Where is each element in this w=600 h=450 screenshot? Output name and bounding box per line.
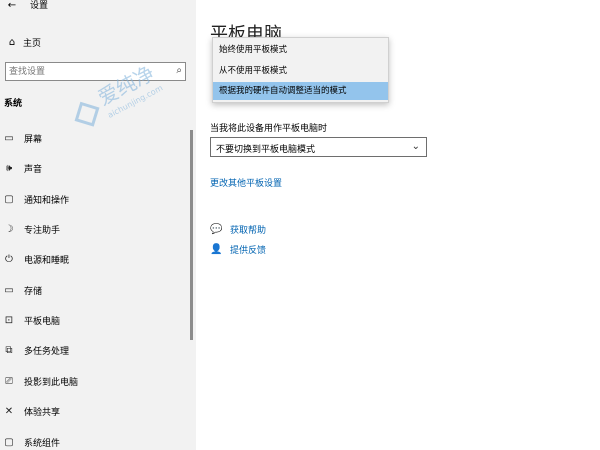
home-label: 主页 [23, 38, 42, 49]
sidebar-item-label: 声音 [24, 164, 43, 175]
tablet-mode-combo[interactable]: 不要切换到平板电脑模式 ⌄ [210, 137, 427, 157]
sidebar-item-display[interactable]: ▭ 屏幕 [0, 129, 190, 147]
combo-value: 不要切换到平板电脑模式 [216, 145, 316, 155]
projector-icon: ⎚ [5, 375, 13, 387]
window-title: 设置 [30, 1, 49, 11]
sidebar-item-projecting[interactable]: ⎚ 投影到此电脑 [0, 372, 190, 390]
sidebar-item-notifications[interactable]: ▢ 通知和操作 [0, 190, 190, 208]
sidebar-item-system-components[interactable]: ▢ 系统组件 [0, 433, 190, 450]
search-icon[interactable]: ⌕ [176, 65, 182, 76]
get-help-link[interactable]: 获取帮助 [230, 223, 266, 236]
home-icon: ⌂ [8, 36, 16, 48]
feedback-icon: 👤 [210, 243, 223, 255]
search-input[interactable] [6, 63, 166, 80]
sidebar-item-shared-experiences[interactable]: ✕ 体验共享 [0, 402, 190, 420]
power-icon: ⏻ [5, 253, 13, 265]
sidebar-item-label: 多任务处理 [24, 346, 70, 357]
dropdown-option-selected[interactable]: 根据我的硬件自动调整适当的模式 [213, 82, 388, 100]
dropdown-option[interactable]: 从不使用平板模式 [213, 62, 388, 80]
sidebar-item-label: 存储 [24, 286, 43, 297]
storage-icon: ▭ [4, 284, 14, 296]
more-tablet-settings-link[interactable]: 更改其他平板设置 [210, 176, 282, 189]
multitasking-icon: ⧉ [5, 344, 13, 356]
search-box[interactable]: ⌕ [5, 62, 186, 81]
notification-icon: ▢ [4, 193, 14, 205]
share-icon: ✕ [4, 405, 14, 417]
watermark-domain: aichunjing.com [106, 83, 164, 120]
help-chat-icon: 💬 [210, 223, 223, 235]
sidebar-item-label: 体验共享 [24, 407, 61, 418]
sidebar-item-tablet[interactable]: ⊡ 平板电脑 [0, 311, 190, 329]
sidebar-item-label: 专注助手 [24, 225, 61, 236]
sidebar-item-focus-assist[interactable]: ☽ 专注助手 [0, 220, 190, 238]
feedback-row[interactable]: 👤 提供反馈 [210, 242, 266, 256]
sidebar-item-multitasking[interactable]: ⧉ 多任务处理 [0, 341, 190, 359]
sidebar: ← 设置 ⌂ 主页 ⌕ 系统 ▭ 屏幕 🕪 声音 ▢ 通知和操作 ☽ 专注助手 … [0, 0, 196, 450]
sidebar-item-power-sleep[interactable]: ⏻ 电源和睡眠 [0, 250, 190, 268]
tablet-mode-label: 当我将此设备用作平板电脑时 [210, 124, 328, 134]
monitor-icon: ▭ [4, 132, 14, 144]
sidebar-item-sound[interactable]: 🕪 声音 [0, 159, 190, 177]
main-content: 平板电脑 当我将此设备用作平板电脑时 不要切换到平板电脑模式 ⌄ 更改其他平板设… [196, 0, 600, 450]
tablet-icon: ⊡ [4, 314, 14, 326]
section-title: 系统 [4, 99, 23, 109]
sidebar-item-label: 平板电脑 [24, 316, 61, 327]
back-arrow-icon[interactable]: ← [4, 0, 20, 12]
speaker-icon: 🕪 [5, 162, 13, 174]
sidebar-item-home[interactable]: ⌂ 主页 [0, 34, 196, 50]
feedback-link[interactable]: 提供反馈 [230, 243, 266, 256]
dropdown-option[interactable]: 始终使用平板模式 [213, 41, 388, 59]
sidebar-item-label: 通知和操作 [24, 195, 70, 206]
mode-dropdown-menu: 始终使用平板模式 从不使用平板模式 根据我的硬件自动调整适当的模式 [212, 37, 389, 103]
moon-icon: ☽ [4, 223, 14, 235]
sidebar-item-label: 系统组件 [24, 438, 61, 449]
sidebar-item-storage[interactable]: ▭ 存储 [0, 281, 190, 299]
sidebar-scrollbar[interactable] [190, 130, 193, 340]
settings-window: ← 设置 ⌂ 主页 ⌕ 系统 ▭ 屏幕 🕪 声音 ▢ 通知和操作 ☽ 专注助手 … [0, 0, 600, 450]
sidebar-item-label: 电源和睡眠 [24, 255, 70, 266]
sidebar-item-label: 屏幕 [24, 134, 43, 145]
get-help-row[interactable]: 💬 获取帮助 [210, 222, 266, 236]
chevron-down-icon: ⌄ [411, 141, 420, 152]
sidebar-item-label: 投影到此电脑 [24, 377, 79, 388]
components-icon: ▢ [4, 436, 14, 448]
